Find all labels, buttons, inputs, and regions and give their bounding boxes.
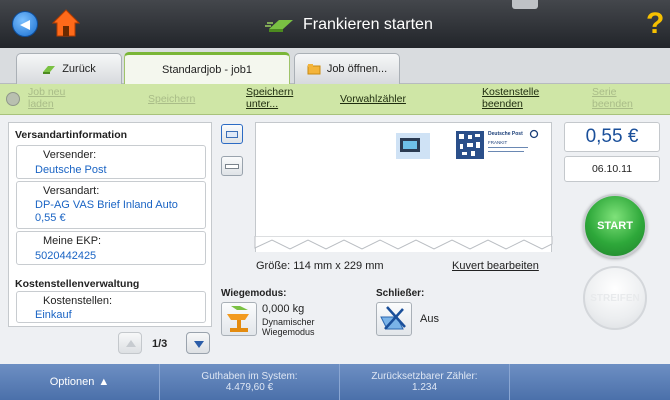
tab-standard-job-label: Standardjob - job1 [162, 63, 252, 76]
shiptype-value: DP-AG VAS Brief Inland Auto [35, 199, 178, 211]
franking-icon [265, 20, 293, 32]
page-indicator: 1/3 [152, 338, 168, 350]
shiptype-field[interactable]: Versandart: DP-AG VAS Brief Inland Auto … [16, 181, 206, 229]
home-icon[interactable] [52, 8, 80, 38]
sealer-title: Schließer: [376, 288, 425, 299]
balance-section: Guthaben im System: 4.479,60 € [160, 364, 340, 400]
strip-button[interactable]: STREIFEN [583, 266, 647, 330]
cost-center-value: Einkauf [35, 309, 72, 321]
stamp-frankit: FRANKIT [488, 140, 508, 145]
envelope-size: Größe: 114 mm x 229 mm [256, 260, 384, 272]
stamp-line [488, 151, 524, 152]
status-bar: Optionen ▲ Guthaben im System: 4.479,60 … [0, 364, 670, 400]
tab-back[interactable]: Zurück [16, 53, 122, 84]
save-button[interactable]: Speichern [148, 93, 195, 105]
job-toolbar: Job neu laden Speichern Speichern unter...… [0, 84, 670, 115]
ekp-field[interactable]: Meine EKP: 5020442425 [16, 231, 206, 265]
envelope-view-icon[interactable] [221, 124, 243, 144]
info-panel: Versandartinformation Versender: Deutsch… [8, 122, 212, 327]
help-icon[interactable]: ? [646, 7, 664, 41]
options-button[interactable]: Optionen ▲ [0, 364, 160, 400]
cost-center-label: Kostenstellen: [43, 295, 113, 307]
options-label: Optionen [49, 375, 95, 388]
cost-management-title: Kostenstellenverwaltung [15, 278, 140, 290]
ekp-label: Meine EKP: [43, 235, 102, 247]
caret-up-icon: ▲ [98, 375, 110, 388]
end-cost-center-button[interactable]: Kostenstelle beenden [482, 86, 539, 110]
cost-center-field[interactable]: Kostenstellen: Einkauf [16, 291, 206, 323]
start-button[interactable]: START [583, 194, 647, 258]
postage-amount[interactable]: 0,55 € [564, 122, 660, 152]
envelope-torn-edge [254, 236, 553, 250]
shiptype-price: 0,55 € [35, 212, 66, 224]
sender-value: Deutsche Post [35, 164, 107, 176]
sealer-icon [380, 306, 406, 330]
page-down-button[interactable] [186, 332, 210, 354]
tab-open-job-label: Job öffnen... [326, 63, 388, 75]
reload-icon [6, 92, 20, 106]
weigh-value: 0,000 kg [262, 303, 305, 315]
counter-label: Zurücksetzbarer Zähler: [371, 371, 478, 382]
job-new-load-button[interactable]: Job neu laden [28, 86, 65, 110]
datamatrix-icon [456, 131, 484, 159]
counter-section: Zurücksetzbarer Zähler: 1.234 [340, 364, 510, 400]
sealer-button[interactable] [376, 302, 412, 336]
stamp-brand: Deutsche Post [488, 131, 523, 137]
envelope-preview: Deutsche Post FRANKIT [255, 122, 552, 252]
page-up-button[interactable] [118, 332, 142, 354]
date-display[interactable]: 06.10.11 [564, 156, 660, 182]
title-group: Frankieren starten [265, 14, 433, 36]
page-title: Frankieren starten [303, 16, 433, 33]
balance-label: Guthaben im System: [201, 371, 298, 382]
sender-label: Versender: [43, 149, 97, 161]
post-horn-icon [529, 129, 539, 139]
tab-open-job[interactable]: Job öffnen... [294, 53, 400, 84]
weigh-mode-button[interactable] [221, 302, 257, 336]
scale-icon [227, 306, 249, 332]
sender-field[interactable]: Versender: Deutsche Post [16, 145, 206, 179]
tab-standard-job[interactable]: Standardjob - job1 [124, 52, 290, 84]
weigh-mode-title: Wiegemodus: [221, 288, 287, 299]
counter-value: 1.234 [411, 382, 438, 393]
balance-value: 4.479,60 € [225, 382, 274, 393]
drawer-handle[interactable] [512, 0, 538, 9]
shipment-info-title: Versandartinformation [15, 129, 128, 141]
ekp-value: 5020442425 [35, 250, 97, 262]
back-franking-icon [43, 66, 56, 74]
title-bar: Frankieren starten ? [0, 0, 670, 48]
label-view-icon[interactable] [221, 156, 243, 176]
preset-counter-button[interactable]: Vorwahlzähler [340, 93, 406, 105]
back-arrow-icon[interactable] [12, 11, 38, 37]
tab-row: Zurück Standardjob - job1 Job öffnen... [0, 48, 670, 84]
stamp-line [488, 147, 528, 148]
save-as-button[interactable]: Speichern unter... [246, 86, 293, 110]
tab-back-label: Zurück [62, 63, 96, 75]
ad-image-icon [396, 133, 430, 159]
sealer-value: Aus [420, 313, 439, 325]
folder-icon [307, 64, 321, 75]
shiptype-label: Versandart: [43, 185, 100, 197]
end-series-button[interactable]: Serie beenden [592, 86, 633, 110]
edit-envelope-link[interactable]: Kuvert bearbeiten [452, 260, 539, 272]
weigh-mode-text: Dynamischer Wiegemodus [262, 317, 315, 337]
